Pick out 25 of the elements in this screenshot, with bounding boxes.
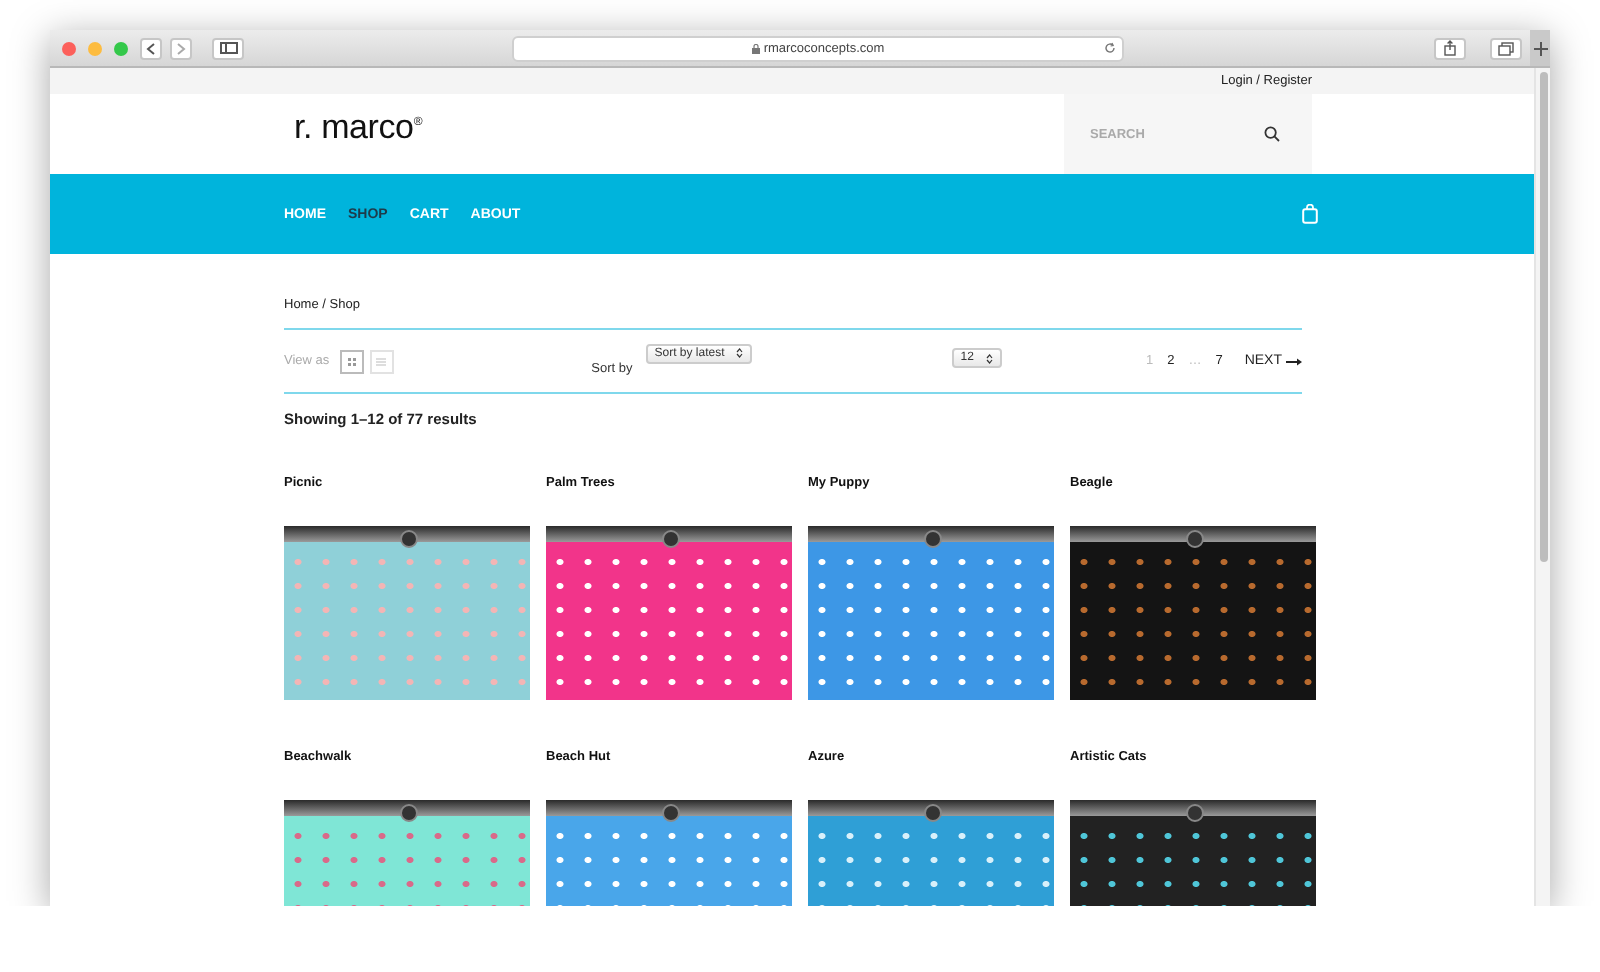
grid-view-button[interactable]	[339, 349, 364, 373]
lock-icon	[751, 43, 760, 53]
product-photo[interactable]	[546, 526, 792, 700]
arrow-right-icon	[1286, 357, 1302, 365]
back-icon	[146, 41, 156, 55]
scrollbar[interactable]	[1534, 68, 1550, 906]
reload-icon[interactable]	[1104, 41, 1116, 53]
share-icon	[1444, 40, 1456, 56]
search-icon[interactable]	[1264, 126, 1280, 142]
caret-icon	[736, 348, 745, 358]
tabs-button[interactable]	[1490, 37, 1522, 59]
back-button[interactable]	[140, 37, 162, 59]
product-photo[interactable]	[808, 526, 1054, 700]
share-button[interactable]	[1434, 37, 1466, 59]
grid-icon	[347, 357, 356, 365]
sidebar-button[interactable]	[212, 37, 244, 59]
plus-icon[interactable]	[1533, 41, 1547, 55]
forward-icon	[176, 41, 186, 55]
tabs-icon	[1498, 41, 1514, 55]
list-icon	[376, 357, 387, 365]
shopping-bag-icon[interactable]	[1302, 204, 1318, 224]
caret-icon	[985, 353, 994, 363]
product-photo[interactable]	[284, 526, 530, 700]
sidebar-icon	[219, 42, 237, 54]
logo[interactable]: r. marco$^{®}$	[294, 108, 423, 148]
